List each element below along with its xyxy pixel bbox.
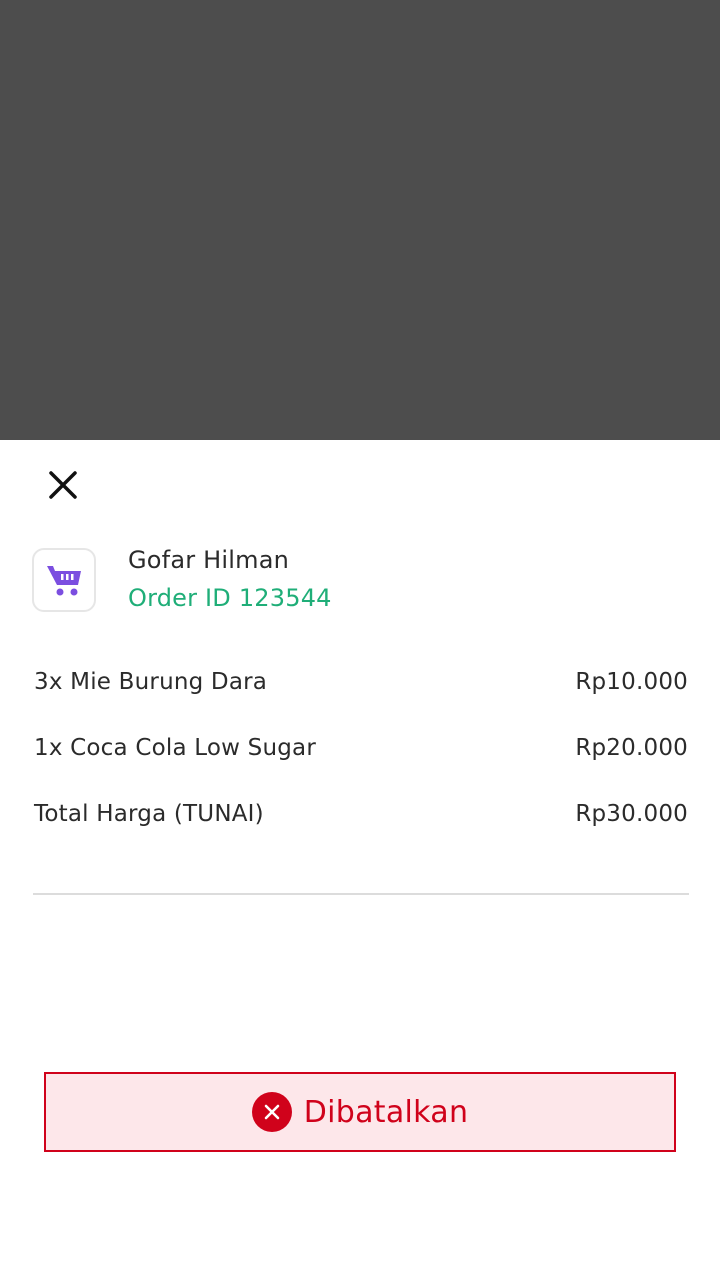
item-label: 3x Mie Burung Dara [34,669,268,695]
item-price: Rp10.000 [575,669,688,695]
total-price: Rp30.000 [575,801,688,827]
order-item-row: 1x Coca Cola Low Sugar Rp20.000 [34,730,688,766]
customer-name: Gofar Hilman [128,546,290,574]
status-label: Dibatalkan [303,1094,469,1130]
status-cancelled-banner: Dibatalkan [44,1072,676,1152]
store-avatar [32,548,96,612]
item-price: Rp20.000 [575,735,688,761]
modal-backdrop[interactable] [0,0,720,440]
shopping-cart-icon [47,566,81,596]
close-button[interactable] [44,466,82,504]
divider [33,893,689,895]
order-detail-sheet: Gofar Hilman Order ID 123544 3x Mie Buru… [0,440,720,1280]
order-total-row: Total Harga (TUNAI) Rp30.000 [34,796,688,832]
total-label: Total Harga (TUNAI) [34,801,264,827]
item-label: 1x Coca Cola Low Sugar [34,735,316,761]
order-item-row: 3x Mie Burung Dara Rp10.000 [34,664,688,700]
order-id: Order ID 123544 [128,584,332,612]
close-icon [49,471,77,499]
order-items-list: 3x Mie Burung Dara Rp10.000 1x Coca Cola… [34,664,688,862]
close-circle-icon [251,1092,292,1132]
